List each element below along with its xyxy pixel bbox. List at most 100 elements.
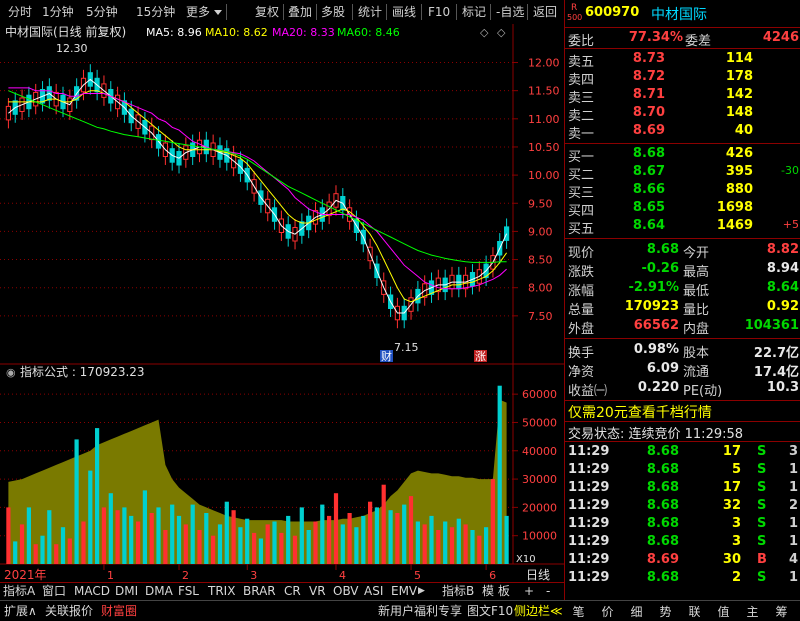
sidebar-toggle[interactable]: 侧边栏≪ <box>514 603 563 619</box>
tab-trix[interactable]: TRIX <box>208 584 235 599</box>
back-button[interactable]: 返回 <box>533 4 557 21</box>
buy-row[interactable]: 买五 8.64 1469 +5 <box>565 218 800 237</box>
volume-bar <box>217 524 223 564</box>
draw-line-button[interactable]: 画线 <box>392 4 416 21</box>
promo-link[interactable]: 仅需20元查看千档行情 <box>568 402 712 422</box>
tab-dma[interactable]: DMA <box>145 584 173 599</box>
tick-side: S <box>757 444 767 459</box>
period-label[interactable]: 日线 <box>526 568 550 582</box>
settings-diamond-icon-2[interactable]: ◇ <box>497 26 506 39</box>
volume-bar <box>347 513 352 564</box>
tab-window[interactable]: 窗口 <box>42 584 66 599</box>
buy-row[interactable]: 买四 8.65 1698 <box>565 200 800 219</box>
chevron-down-icon[interactable] <box>214 10 222 15</box>
tab-chips[interactable]: 筹 <box>767 603 796 620</box>
tab-remove[interactable]: - <box>546 584 550 599</box>
stats-button[interactable]: 统计 <box>358 4 382 21</box>
tick-side: S <box>757 570 767 585</box>
price-tick-label: 9.00 <box>528 225 553 238</box>
tab-asi[interactable]: ASI <box>364 584 383 599</box>
buy-row[interactable]: 买二 8.67 395 -30 <box>565 164 800 183</box>
volume-bar <box>504 515 509 564</box>
tab-intraday[interactable]: 分时 <box>8 4 32 21</box>
financial-marker[interactable]: 财 <box>381 349 392 363</box>
tab-value[interactable]: 值 <box>709 603 738 620</box>
tick-time: 11:29 <box>568 516 610 531</box>
volume-bar <box>95 428 100 564</box>
buy-label: 买五 <box>568 222 595 237</box>
tab-price[interactable]: 价 <box>593 603 622 620</box>
tab-obv[interactable]: OBV <box>333 584 359 599</box>
divider <box>565 27 800 28</box>
volume-bar <box>422 524 427 564</box>
label: 总量 <box>568 303 595 318</box>
sell-row[interactable]: 卖二 8.70 148 <box>565 105 800 124</box>
sell-row[interactable]: 卖五 8.73 114 <box>565 51 800 70</box>
price-tick-label: 10.00 <box>528 169 560 182</box>
tab-trend[interactable]: 势 <box>651 603 680 620</box>
tab-macd[interactable]: MACD <box>74 584 110 599</box>
sell-price: 8.72 <box>632 69 665 84</box>
price-tick-label: 7.50 <box>528 310 553 323</box>
sell-row[interactable]: 卖四 8.72 178 <box>565 69 800 88</box>
tab-1min[interactable]: 1分钟 <box>42 4 74 21</box>
kline-chart-area[interactable]: 7.50 8.00 8.50 9.00 9.50 10.00 10.50 11.00 11.50… <box>0 24 564 582</box>
tab-link[interactable]: 联 <box>680 603 709 620</box>
f10-button[interactable]: F10 <box>428 4 450 21</box>
tab-emv[interactable]: EMV <box>391 584 417 599</box>
volume-bar <box>60 527 66 564</box>
indicator-settings-icon[interactable]: ◉ <box>6 366 16 379</box>
graphic-f10-link[interactable]: 图文F10 <box>467 603 513 619</box>
tab-fsl[interactable]: FSL <box>178 584 199 599</box>
limit-up-marker[interactable]: 涨 <box>475 350 486 363</box>
kline-chart[interactable]: 7.50 8.00 8.50 9.00 9.50 10.00 10.50 11.00 11.50… <box>0 24 564 582</box>
tab-cr[interactable]: CR <box>284 584 301 599</box>
tick-side: S <box>757 462 767 477</box>
tab-trades[interactable]: 笔 <box>564 603 593 620</box>
buy-price: 8.68 <box>632 146 665 161</box>
tab-indicator-a[interactable]: 指标A <box>3 584 35 599</box>
buy-row[interactable]: 买三 8.66 880 <box>565 182 800 201</box>
sell-row[interactable]: 卖三 8.71 142 <box>565 87 800 106</box>
year-label: 2021年 <box>4 568 47 582</box>
mark-button[interactable]: 标记 <box>462 4 486 21</box>
buy-label: 买二 <box>568 168 595 183</box>
tab-15min[interactable]: 15分钟 <box>136 4 175 21</box>
volume-tick-label: 30000 <box>522 473 557 486</box>
sell-vol: 114 <box>725 51 753 66</box>
tab-main[interactable]: 主 <box>738 603 767 620</box>
new-user-benefit-link[interactable]: 新用户福利专享 <box>378 603 462 619</box>
more-button[interactable]: 更多 <box>186 4 210 21</box>
tab-brar[interactable]: BRAR <box>243 584 276 599</box>
tab-vr[interactable]: VR <box>309 584 326 599</box>
wealth-circle-button[interactable]: 财富圈 <box>101 603 137 619</box>
volume-bar <box>122 507 127 564</box>
sell-vol: 142 <box>725 87 753 102</box>
tick-volume: 30 <box>722 552 741 567</box>
tab-5min[interactable]: 5分钟 <box>86 4 118 21</box>
buy-row[interactable]: 买一 8.68 426 <box>565 146 800 165</box>
tick-price: 8.68 <box>646 462 679 477</box>
remove-watchlist-button[interactable]: -自选 <box>496 4 524 21</box>
settings-diamond-icon[interactable]: ◇ <box>480 26 489 39</box>
tab-template[interactable]: 模 板 <box>482 584 510 599</box>
tabs-scroll-icon[interactable]: ▶ <box>418 586 425 596</box>
sell-row[interactable]: 卖一 8.69 40 <box>565 123 800 142</box>
tick-volume: 3 <box>731 534 741 549</box>
tab-detail[interactable]: 细 <box>622 603 651 620</box>
expand-button[interactable]: 扩展∧ <box>4 603 37 619</box>
buy-label: 买三 <box>568 186 595 201</box>
related-quote-button[interactable]: 关联报价 <box>45 603 93 619</box>
tab-add[interactable]: + <box>524 584 534 599</box>
volume-bar <box>449 527 455 564</box>
label: 今开 <box>683 246 710 261</box>
price-tick-label: 10.50 <box>528 141 560 154</box>
overlay-button[interactable]: 叠加 <box>288 4 312 21</box>
tab-indicator-b[interactable]: 指标B <box>442 584 474 599</box>
volume-tick-label: 60000 <box>522 388 557 401</box>
fuquan-button[interactable]: 复权 <box>255 4 279 21</box>
tick-row: 11:29 8.68 32 S 2 <box>565 498 800 516</box>
toolbar-divider <box>456 4 457 20</box>
multi-stock-button[interactable]: 多股 <box>321 4 345 21</box>
tab-dmi[interactable]: DMI <box>115 584 138 599</box>
